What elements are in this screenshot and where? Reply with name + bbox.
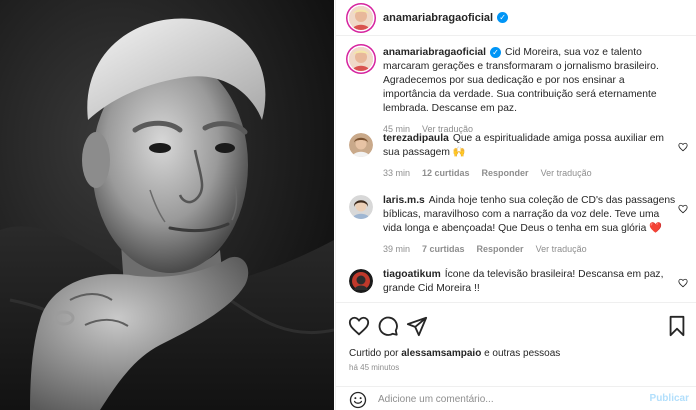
comment-time[interactable]: 39 min [383,242,410,256]
post-actions: Curtido por alessamsampaio e outras pess… [336,302,696,410]
reply-button[interactable]: Responder [482,166,529,180]
comment-input[interactable] [378,391,638,407]
comment-likes[interactable]: 7 curtidas [422,242,465,256]
comment-item: terezadipaula Que a espiritualidade amiga… [349,132,689,180]
comment-icon[interactable] [377,315,399,337]
add-comment-bar: Publicar [336,386,696,410]
publish-button[interactable]: Publicar [650,393,689,404]
caption-author[interactable]: anamariabragaoficial [383,47,486,58]
liked-by: Curtido por alessamsampaio e outras pess… [349,348,560,359]
post-time[interactable]: há 45 minutos [349,363,399,372]
comment-author[interactable]: terezadipaula [383,133,449,144]
comment-item: tiagoatikum Ícone da televisão brasileira… [349,268,689,296]
action-bar [348,315,688,337]
verified-badge-icon: ✓ [490,46,502,58]
liked-prefix: Curtido por [349,348,399,359]
share-icon[interactable] [406,315,428,337]
heart-icon[interactable] [348,315,370,337]
heart-icon[interactable] [678,204,688,214]
post-username[interactable]: anamariabragaoficial [383,12,493,24]
avatar[interactable] [349,269,373,293]
post-panel: anamariabragaoficial ✓ anamariabragaofic… [335,0,696,410]
reply-button[interactable]: Responder [477,242,524,256]
portrait-image [0,0,334,410]
post-caption: anamariabragaoficial ✓ Cid Moreira, sua vo… [349,46,689,136]
avatar[interactable] [349,5,373,30]
translate-link[interactable]: Ver tradução [541,166,592,180]
comment-author[interactable]: tiagoatikum [383,269,441,280]
emoji-icon[interactable] [349,391,367,409]
post-header: anamariabragaoficial ✓ [336,0,696,36]
comment-item: laris.m.s Ainda hoje tenho sua coleção de… [349,194,689,256]
liked-user[interactable]: alessamsampaio [401,348,481,359]
comment-text: Ainda hoje tenho sua coleção de CD's das… [383,195,676,234]
heart-icon[interactable] [678,142,688,152]
comment-author[interactable]: laris.m.s [383,195,425,206]
verified-badge-icon: ✓ [497,12,509,23]
heart-icon[interactable] [678,278,688,288]
avatar[interactable] [349,195,373,219]
bookmark-icon[interactable] [666,315,688,337]
avatar[interactable] [349,133,373,157]
liked-suffix[interactable]: e outras pessoas [484,348,560,359]
avatar[interactable] [349,47,373,71]
comment-time[interactable]: 33 min [383,166,410,180]
comment-likes[interactable]: 12 curtidas [422,166,470,180]
post-photo[interactable] [0,0,334,410]
translate-link[interactable]: Ver tradução [536,242,587,256]
